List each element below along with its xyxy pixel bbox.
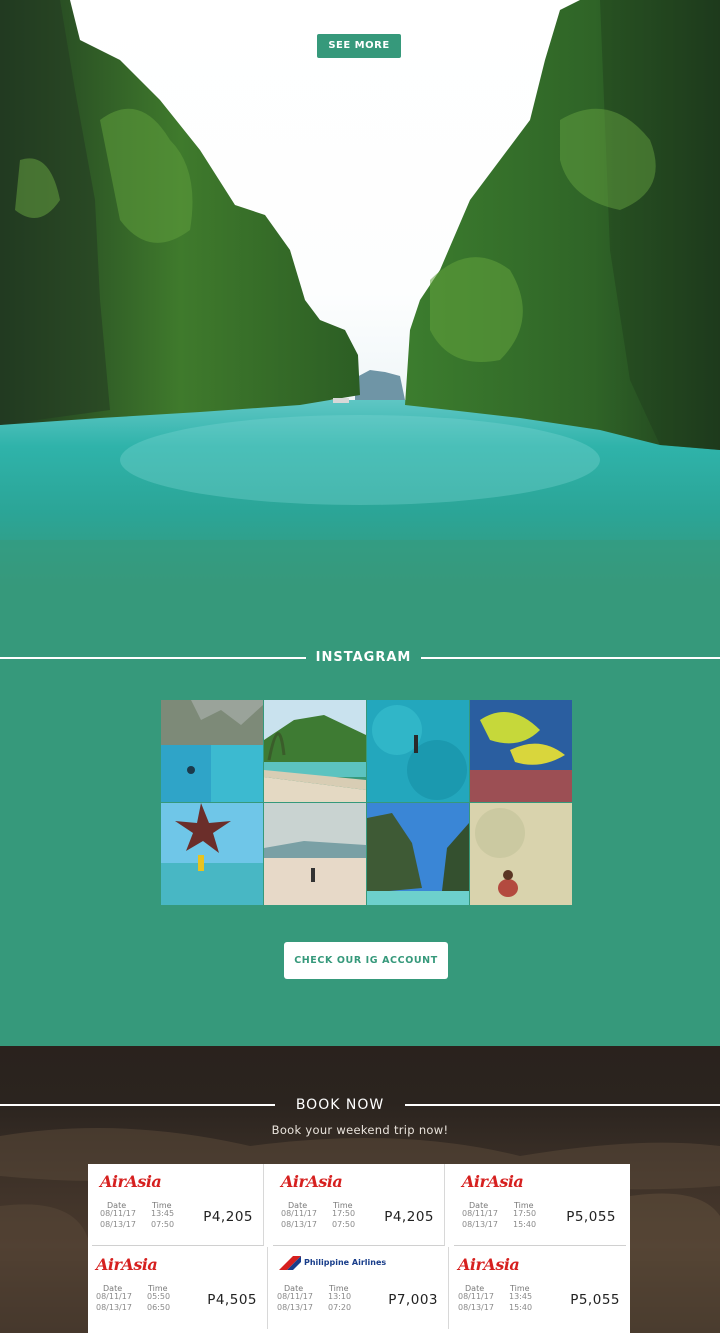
airasia-logo: AirAsia: [96, 1255, 158, 1274]
depart-date: 08/11/17: [277, 1292, 313, 1301]
instagram-section: INSTAGRAM CHECK OUR IG ACCOUNT: [0, 586, 720, 1046]
return-date: 08/13/17: [96, 1303, 132, 1312]
flight-price: P7,003: [388, 1292, 438, 1308]
return-time: 06:50: [147, 1303, 171, 1312]
airasia-logo: AirAsia: [100, 1172, 162, 1191]
instagram-photo-grid: [161, 700, 572, 905]
section-divider-right: [405, 1104, 720, 1106]
flight-cards-grid: AirAsia Date Time 08/11/17 08/13/17 13:4…: [88, 1164, 630, 1333]
depart-time: 13:45: [151, 1209, 175, 1218]
depart-time: 13:10: [328, 1292, 352, 1301]
return-date: 08/13/17: [462, 1220, 498, 1229]
instagram-photo-lagoon-cliffs[interactable]: [367, 803, 469, 905]
flight-card[interactable]: Philippine Airlines Date Time 08/11/17 0…: [269, 1247, 449, 1329]
depart-date: 08/11/17: [458, 1292, 494, 1301]
flight-price: P4,205: [203, 1209, 253, 1225]
depart-time: 05:50: [147, 1292, 171, 1301]
hero-lagoon-image: [0, 0, 720, 586]
depart-date: 08/11/17: [281, 1209, 317, 1218]
flight-card[interactable]: AirAsia Date Time 08/11/17 08/13/17 17:5…: [454, 1164, 626, 1246]
philippine-airlines-name: Philippine Airlines: [304, 1258, 387, 1267]
flight-card[interactable]: AirAsia Date Time 08/11/17 08/13/17 13:4…: [92, 1164, 264, 1246]
flight-price: P4,205: [384, 1209, 434, 1225]
philippine-airlines-tail-icon: [279, 1256, 301, 1270]
return-date: 08/13/17: [281, 1220, 317, 1229]
flight-price: P5,055: [570, 1292, 620, 1308]
return-date: 08/13/17: [100, 1220, 136, 1229]
section-divider-right: [421, 657, 720, 659]
flight-card[interactable]: AirAsia Date Time 08/11/17 08/13/17 17:5…: [273, 1164, 445, 1246]
return-time: 07:50: [151, 1220, 175, 1229]
flight-card[interactable]: AirAsia Date Time 08/11/17 08/13/17 13:4…: [450, 1247, 630, 1329]
hero-section: SEE MORE: [0, 0, 720, 586]
return-time: 15:40: [509, 1303, 533, 1312]
return-date: 08/13/17: [277, 1303, 313, 1312]
instagram-photo-fish-coral[interactable]: [470, 700, 572, 802]
return-time: 07:50: [332, 1220, 356, 1229]
instagram-photo-starfish[interactable]: [161, 803, 263, 905]
book-now-title: BOOK NOW: [295, 1097, 385, 1113]
book-subtitle: Book your weekend trip now!: [271, 1123, 449, 1137]
instagram-photo-beach-palms[interactable]: [264, 700, 366, 802]
airasia-logo: AirAsia: [462, 1172, 524, 1191]
section-divider-left: [0, 1104, 275, 1106]
flight-price: P4,505: [207, 1292, 257, 1308]
instagram-photo-cliffs-snorkel[interactable]: [161, 700, 263, 802]
instagram-title: INSTAGRAM: [315, 650, 412, 665]
return-date: 08/13/17: [458, 1303, 494, 1312]
book-now-section: BOOK NOW Book your weekend trip now! Air…: [0, 1046, 720, 1333]
check-ig-account-button[interactable]: CHECK OUR IG ACCOUNT: [284, 942, 448, 979]
see-more-button[interactable]: SEE MORE: [317, 34, 401, 58]
airasia-logo: AirAsia: [458, 1255, 520, 1274]
section-divider-left: [0, 657, 306, 659]
depart-date: 08/11/17: [462, 1209, 498, 1218]
flight-price: P5,055: [566, 1209, 616, 1225]
instagram-photo-woman-shallows[interactable]: [470, 803, 572, 905]
philippine-airlines-logo: Philippine Airlines: [279, 1256, 386, 1270]
depart-time: 17:50: [332, 1209, 356, 1218]
depart-time: 17:50: [513, 1209, 537, 1218]
instagram-photo-sandbar[interactable]: [264, 803, 366, 905]
airasia-logo: AirAsia: [281, 1172, 343, 1191]
depart-date: 08/11/17: [96, 1292, 132, 1301]
instagram-photo-swimmer-lagoon[interactable]: [367, 700, 469, 802]
return-time: 07:20: [328, 1303, 352, 1312]
flight-card[interactable]: AirAsia Date Time 08/11/17 08/13/17 05:5…: [88, 1247, 268, 1329]
depart-time: 13:45: [509, 1292, 533, 1301]
depart-date: 08/11/17: [100, 1209, 136, 1218]
return-time: 15:40: [513, 1220, 537, 1229]
